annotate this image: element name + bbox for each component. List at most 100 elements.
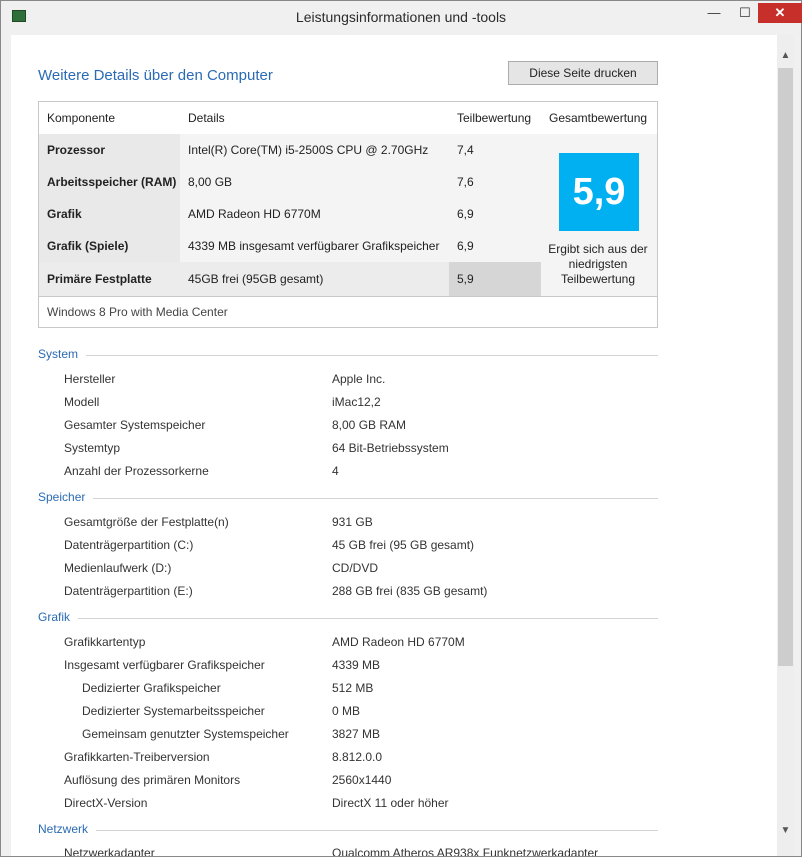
section-divider [38, 498, 658, 499]
info-value: AMD Radeon HD 6770M [332, 635, 465, 649]
info-row: Grafikkartentyp AMD Radeon HD 6770M [38, 635, 658, 653]
info-row: Grafikkarten-Treiberversion 8.812.0.0 [38, 750, 658, 768]
info-row: Gesamtgröße der Festplatte(n) 931 GB [38, 515, 658, 533]
section-storage: Speicher [38, 490, 658, 506]
close-button[interactable]: ✕ [758, 3, 802, 23]
component-details: 8,00 GB [180, 166, 449, 198]
component-subscore: 5,9 [449, 262, 541, 296]
scroll-up-icon[interactable]: ▲ [777, 47, 794, 64]
info-value: Qualcomm Atheros AR938x Funknetzwerkadap… [332, 846, 599, 856]
info-key: Anzahl der Prozessorkerne [64, 464, 209, 478]
component-details: 45GB frei (95GB gesamt) [180, 262, 449, 296]
info-row: Datenträgerpartition (E:) 288 GB frei (8… [38, 584, 658, 602]
info-value: CD/DVD [332, 561, 379, 575]
info-key: Auflösung des primären Monitors [64, 773, 241, 787]
info-value: DirectX 11 oder höher [332, 796, 449, 810]
page-title: Weitere Details über den Computer [38, 67, 273, 84]
window-title: Leistungsinformationen und -tools [295, 9, 507, 25]
info-key: Insgesamt verfügbarer Grafikspeicher [64, 658, 265, 672]
info-value: 512 MB [332, 681, 374, 695]
component-subscore: 6,9 [449, 198, 541, 230]
info-value: 4339 MB [332, 658, 381, 672]
component-details: 4339 MB insgesamt verfügbarer Grafikspei… [180, 230, 449, 262]
info-row: Auflösung des primären Monitors 2560x144… [38, 773, 658, 791]
info-key: Gesamtgröße der Festplatte(n) [64, 515, 229, 529]
info-row: Dedizierter Systemarbeitsspeicher 0 MB [38, 704, 658, 722]
content-area: Weitere Details über den Computer Diese … [11, 35, 777, 856]
title-bar[interactable]: Leistungsinformationen und -tools — ☐ ✕ [1, 1, 802, 33]
section-network: Netzwerk [38, 822, 658, 838]
info-row: Insgesamt verfügbarer Grafikspeicher 433… [38, 658, 658, 676]
section-divider [38, 830, 658, 831]
header-component: Komponente [47, 111, 116, 125]
section-divider [38, 355, 658, 356]
component-name: Grafik [39, 198, 180, 230]
maximize-button[interactable]: ☐ [732, 3, 758, 23]
scroll-down-icon[interactable]: ▼ [777, 822, 794, 839]
section-graphics: Grafik [38, 610, 658, 626]
info-value: 288 GB frei (835 GB gesamt) [332, 584, 488, 598]
info-row: Datenträgerpartition (C:) 45 GB frei (95… [38, 538, 658, 556]
info-row: DirectX-Version DirectX 11 oder höher [38, 796, 658, 814]
component-name: Grafik (Spiele) [39, 230, 180, 262]
header-subscore: Teilbewertung [457, 111, 532, 125]
component-name: Prozessor [39, 134, 180, 166]
info-row: Medienlaufwerk (D:) CD/DVD [38, 561, 658, 579]
section-title: Grafik [38, 610, 79, 624]
section-title: Netzwerk [38, 822, 97, 836]
score-table: Komponente Details Teilbewertung Gesamtb… [38, 101, 658, 328]
vertical-scrollbar[interactable]: ▲ ▼ [777, 35, 794, 856]
component-name: Primäre Festplatte [39, 262, 180, 296]
info-key: Medienlaufwerk (D:) [64, 561, 172, 575]
info-key: Grafikkartentyp [64, 635, 146, 649]
scrollbar-thumb[interactable] [778, 68, 793, 666]
info-key: Datenträgerpartition (C:) [64, 538, 194, 552]
info-key: Grafikkarten-Treiberversion [64, 750, 210, 764]
os-edition: Windows 8 Pro with Media Center [39, 296, 657, 327]
component-subscore: 7,4 [449, 134, 541, 166]
header-details: Details [188, 111, 225, 125]
info-value: 8,00 GB RAM [332, 418, 407, 432]
header-overall: Gesamtbewertung [549, 111, 648, 125]
info-key: Netzwerkadapter [64, 846, 155, 856]
info-key: Gemeinsam genutzter Systemspeicher [82, 727, 289, 741]
score-row-gaming-graphics: Grafik (Spiele) 4339 MB insgesamt verfüg… [39, 230, 541, 262]
score-row-primary-disk: Primäre Festplatte 45GB frei (95GB gesam… [39, 262, 541, 296]
info-value: 8.812.0.0 [332, 750, 383, 764]
minimize-button[interactable]: — [701, 3, 727, 23]
section-title: Speicher [38, 490, 94, 504]
info-value: 64 Bit-Betriebssystem [332, 441, 449, 455]
info-row: Anzahl der Prozessorkerne 4 [38, 464, 658, 482]
component-details: AMD Radeon HD 6770M [180, 198, 449, 230]
overall-score-caption: Ergibt sich aus der niedrigsten Teilbewe… [548, 242, 648, 286]
section-divider [38, 618, 658, 619]
performance-window: Leistungsinformationen und -tools — ☐ ✕ … [0, 0, 802, 857]
info-key: Dedizierter Systemarbeitsspeicher [82, 704, 265, 718]
info-row: Systemtyp 64 Bit-Betriebssystem [38, 441, 658, 459]
info-value: 2560x1440 [332, 773, 392, 787]
info-value: 4 [332, 464, 339, 478]
info-key: Hersteller [64, 372, 116, 386]
info-value: Apple Inc. [332, 372, 386, 386]
info-key: Modell [64, 395, 100, 409]
info-key: Gesamter Systemspeicher [64, 418, 206, 432]
info-row: Modell iMac12,2 [38, 395, 658, 413]
info-value: 45 GB frei (95 GB gesamt) [332, 538, 475, 552]
component-subscore: 6,9 [449, 230, 541, 262]
info-value: 931 GB [332, 515, 373, 529]
component-name: Arbeitsspeicher (RAM) [39, 166, 180, 198]
overall-score-badge: 5,9 [559, 153, 639, 231]
info-row: Hersteller Apple Inc. [38, 372, 658, 390]
score-row-memory: Arbeitsspeicher (RAM) 8,00 GB 7,6 [39, 166, 541, 198]
section-system: System [38, 347, 658, 363]
info-key: Datenträgerpartition (E:) [64, 584, 193, 598]
info-row: Gemeinsam genutzter Systemspeicher 3827 … [38, 727, 658, 745]
score-row-graphics: Grafik AMD Radeon HD 6770M 6,9 [39, 198, 541, 230]
score-row-processor: Prozessor Intel(R) Core(TM) i5-2500S CPU… [39, 134, 541, 166]
info-key: Dedizierter Grafikspeicher [82, 681, 221, 695]
section-title: System [38, 347, 87, 361]
print-page-button[interactable]: Diese Seite drucken [508, 61, 658, 85]
info-key: DirectX-Version [64, 796, 148, 810]
info-row: Gesamter Systemspeicher 8,00 GB RAM [38, 418, 658, 436]
info-value: iMac12,2 [332, 395, 381, 409]
